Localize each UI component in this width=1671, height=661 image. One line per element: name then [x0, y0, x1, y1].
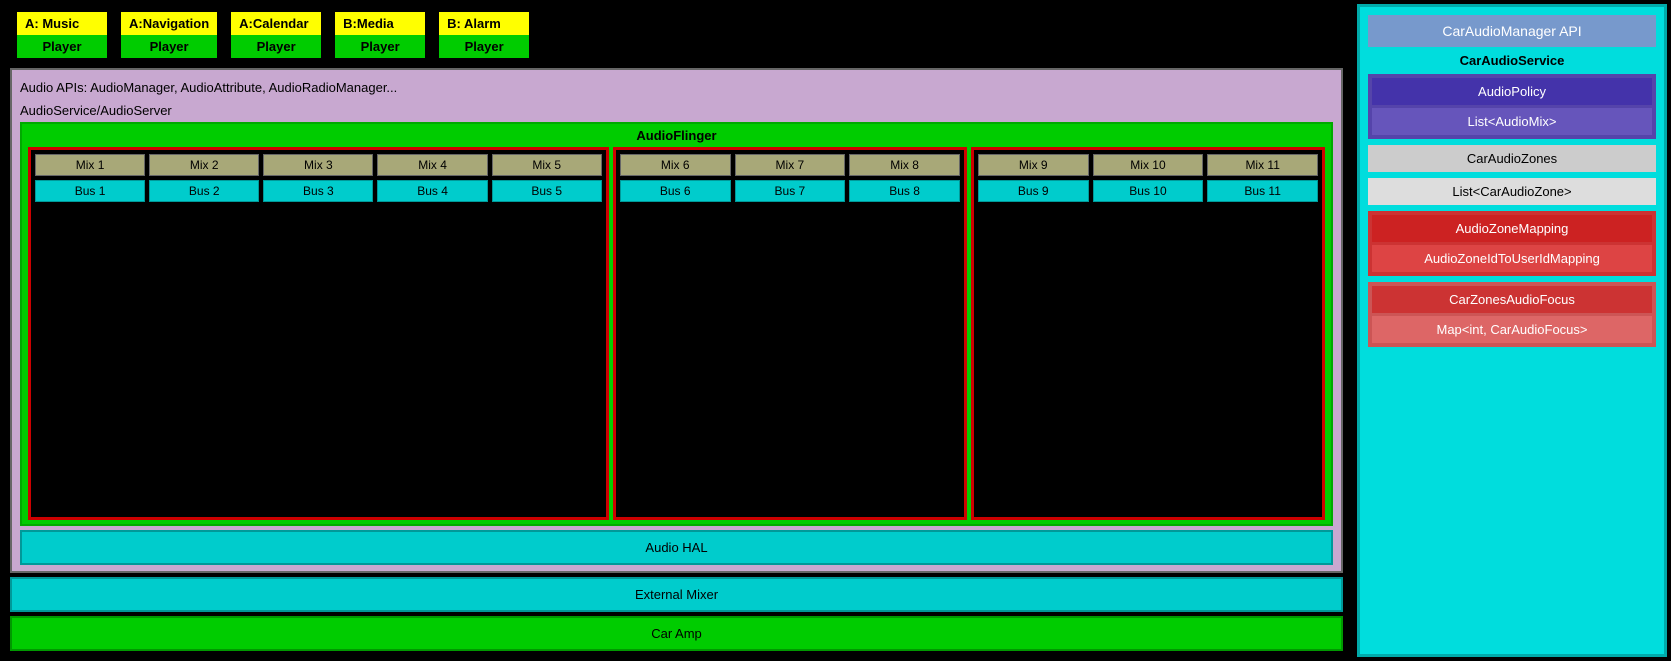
car-audio-service-label: CarAudioService — [1368, 53, 1656, 68]
car-audio-zones: CarAudioZones — [1368, 145, 1656, 172]
app-label-b-alarm: B: Alarm — [439, 12, 529, 35]
audio-zone-mapping: AudioZoneMapping — [1372, 215, 1652, 242]
mix-10: Mix 10 — [1093, 154, 1204, 176]
app-label-a-music: A: Music — [17, 12, 107, 35]
audio-hal: Audio HAL — [20, 530, 1333, 565]
zone-a-box: Mix 1 Mix 2 Mix 3 Mix 4 Mix 5 Bus 1 Bus … — [28, 147, 609, 520]
audio-policy-section: AudioPolicy List<AudioMix> — [1368, 74, 1656, 139]
app-player-b-media: Player — [335, 35, 425, 58]
right-panel: CarAudioManager API CarAudioService Audi… — [1357, 4, 1667, 657]
bus-6: Bus 6 — [620, 180, 731, 202]
mix-2: Mix 2 — [149, 154, 259, 176]
app-player-a-navigation: Player — [121, 35, 217, 58]
mix-11: Mix 11 — [1207, 154, 1318, 176]
app-box-a-music: A: Music Player — [15, 10, 109, 60]
zone-b-bus-row: Bus 6 Bus 7 Bus 8 — [620, 180, 960, 202]
app-player-b-alarm: Player — [439, 35, 529, 58]
mix-3: Mix 3 — [263, 154, 373, 176]
mix-6: Mix 6 — [620, 154, 731, 176]
car-amp: Car Amp — [10, 616, 1343, 651]
app-box-b-media: B:Media Player — [333, 10, 427, 60]
zone-b-box: Mix 6 Mix 7 Mix 8 Bus 6 Bus 7 Bus 8 — [613, 147, 967, 520]
list-car-audio-zone: List<CarAudioZone> — [1368, 178, 1656, 205]
app-player-a-calendar: Player — [231, 35, 321, 58]
bus-1: Bus 1 — [35, 180, 145, 202]
left-panel: A: Music Player A:Navigation Player A:Ca… — [0, 0, 1353, 661]
app-label-a-calendar: A:Calendar — [231, 12, 321, 35]
bus-4: Bus 4 — [377, 180, 487, 202]
list-audio-mix: List<AudioMix> — [1372, 108, 1652, 135]
app-box-a-navigation: A:Navigation Player — [119, 10, 219, 60]
bus-5: Bus 5 — [492, 180, 602, 202]
app-box-a-calendar: A:Calendar Player — [229, 10, 323, 60]
mix-9: Mix 9 — [978, 154, 1089, 176]
mix-1: Mix 1 — [35, 154, 145, 176]
zone-c-mix-row: Mix 9 Mix 10 Mix 11 — [978, 154, 1318, 176]
arch-container: Audio APIs: AudioManager, AudioAttribute… — [10, 68, 1343, 573]
bus-7: Bus 7 — [735, 180, 846, 202]
bus-8: Bus 8 — [849, 180, 960, 202]
mix-4: Mix 4 — [377, 154, 487, 176]
bus-10: Bus 10 — [1093, 180, 1204, 202]
audio-zone-id-mapping: AudioZoneIdToUserIdMapping — [1372, 245, 1652, 272]
audio-flinger-label: AudioFlinger — [28, 128, 1325, 143]
car-zones-audio-focus-section: CarZonesAudioFocus Map<int, CarAudioFocu… — [1368, 282, 1656, 347]
app-label-a-navigation: A:Navigation — [121, 12, 217, 35]
bus-11: Bus 11 — [1207, 180, 1318, 202]
app-player-a-music: Player — [17, 35, 107, 58]
car-zones-audio-focus: CarZonesAudioFocus — [1372, 286, 1652, 313]
zone-c-box: Mix 9 Mix 10 Mix 11 Bus 9 Bus 10 Bus 11 — [971, 147, 1325, 520]
car-audio-manager-api: CarAudioManager API — [1368, 15, 1656, 47]
app-label-b-media: B:Media — [335, 12, 425, 35]
app-box-b-alarm: B: Alarm Player — [437, 10, 531, 60]
mix-8: Mix 8 — [849, 154, 960, 176]
audio-apis-label: Audio APIs: AudioManager, AudioAttribute… — [20, 76, 1333, 99]
external-mixer: External Mixer — [10, 577, 1343, 612]
audio-policy: AudioPolicy — [1372, 78, 1652, 105]
app-boxes-row: A: Music Player A:Navigation Player A:Ca… — [10, 10, 1343, 60]
bus-3: Bus 3 — [263, 180, 373, 202]
bus-9: Bus 9 — [978, 180, 1089, 202]
mix-7: Mix 7 — [735, 154, 846, 176]
zones-row: Mix 1 Mix 2 Mix 3 Mix 4 Mix 5 Bus 1 Bus … — [28, 147, 1325, 520]
bus-2: Bus 2 — [149, 180, 259, 202]
map-car-audio-focus: Map<int, CarAudioFocus> — [1372, 316, 1652, 343]
audio-zone-mapping-section: AudioZoneMapping AudioZoneIdToUserIdMapp… — [1368, 211, 1656, 276]
mix-5: Mix 5 — [492, 154, 602, 176]
zone-a-bus-row: Bus 1 Bus 2 Bus 3 Bus 4 Bus 5 — [35, 180, 602, 202]
zone-b-mix-row: Mix 6 Mix 7 Mix 8 — [620, 154, 960, 176]
zone-c-bus-row: Bus 9 Bus 10 Bus 11 — [978, 180, 1318, 202]
audio-flinger-wrapper: AudioFlinger Mix 1 Mix 2 Mix 3 Mix 4 Mix… — [20, 122, 1333, 526]
zone-a-mix-row: Mix 1 Mix 2 Mix 3 Mix 4 Mix 5 — [35, 154, 602, 176]
audio-service-label: AudioService/AudioServer — [20, 103, 1333, 118]
